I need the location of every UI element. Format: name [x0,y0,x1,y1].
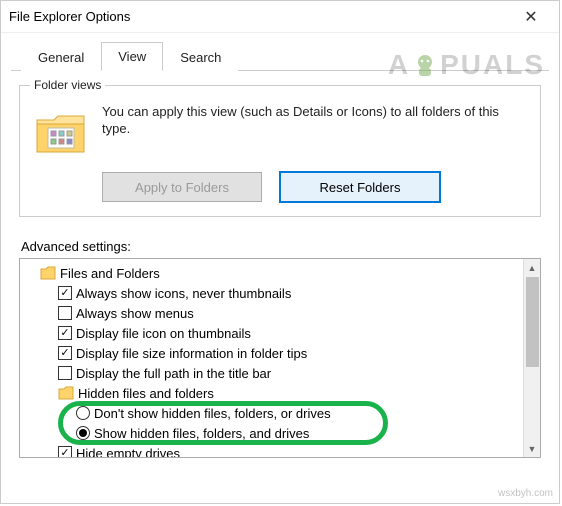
tree-group-label: Hidden files and folders [78,386,214,401]
folder-views-text: You can apply this view (such as Details… [102,104,526,138]
folder-icon [58,386,74,400]
scroll-up-arrow-icon[interactable]: ▲ [524,259,540,276]
tab-general[interactable]: General [21,43,101,71]
tree-item-label: Display file icon on thumbnails [76,326,251,341]
tree-root-label: Files and Folders [60,266,160,281]
tab-search[interactable]: Search [163,43,238,71]
checkbox-icon[interactable]: ✓ [58,446,72,457]
tree-item-label: Always show menus [76,306,194,321]
tree-item[interactable]: ✓ Hide empty drives [22,443,521,457]
advanced-settings-tree: Files and Folders ✓ Always show icons, n… [19,258,541,458]
checkbox-icon[interactable] [58,306,72,320]
tab-view[interactable]: View [101,42,163,71]
checkbox-icon[interactable] [58,366,72,380]
tree-group-hidden-files: Hidden files and folders [22,383,521,403]
checkbox-icon[interactable]: ✓ [58,286,72,300]
tree-item[interactable]: ✓ Always show icons, never thumbnails [22,283,521,303]
source-watermark: wsxbyh.com [498,488,553,499]
folder-views-group: Folder views You can apply this view (su… [19,85,541,217]
tab-panel-view: Folder views You can apply this view (su… [1,71,559,468]
apply-to-folders-button: Apply to Folders [102,172,262,202]
tree-item-label: Display the full path in the title bar [76,366,271,381]
radio-label: Show hidden files, folders, and drives [94,426,309,441]
checkbox-icon[interactable]: ✓ [58,346,72,360]
radio-dont-show-hidden[interactable]: Don't show hidden files, folders, or dri… [22,403,521,423]
tree-item-label: Display file size information in folder … [76,346,307,361]
tab-strip: General View Search [11,33,549,71]
tree-item-label: Always show icons, never thumbnails [76,286,291,301]
tree-item[interactable]: Display the full path in the title bar [22,363,521,383]
tree-item[interactable]: ✓ Display file icon on thumbnails [22,323,521,343]
radio-show-hidden[interactable]: Show hidden files, folders, and drives [22,423,521,443]
titlebar: File Explorer Options ✕ [1,1,559,33]
window-title: File Explorer Options [9,9,511,24]
tree-item[interactable]: ✓ Display file size information in folde… [22,343,521,363]
radio-icon[interactable] [76,426,90,440]
scroll-thumb[interactable] [526,277,539,367]
checkbox-icon[interactable]: ✓ [58,326,72,340]
dialog-window: File Explorer Options ✕ General View Sea… [0,0,560,504]
folder-views-legend: Folder views [30,78,105,92]
folder-views-icon [34,106,88,160]
folder-icon [40,266,56,280]
close-button[interactable]: ✕ [511,7,551,27]
radio-icon[interactable] [76,406,90,420]
tree-root-files-and-folders: Files and Folders [22,263,521,283]
advanced-settings-label: Advanced settings: [21,239,541,254]
vertical-scrollbar[interactable]: ▲ ▼ [523,259,540,457]
radio-label: Don't show hidden files, folders, or dri… [94,406,331,421]
tree-item[interactable]: Always show menus [22,303,521,323]
reset-folders-button[interactable]: Reset Folders [280,172,440,202]
scroll-down-arrow-icon[interactable]: ▼ [524,440,540,457]
tree-item-label: Hide empty drives [76,446,180,458]
